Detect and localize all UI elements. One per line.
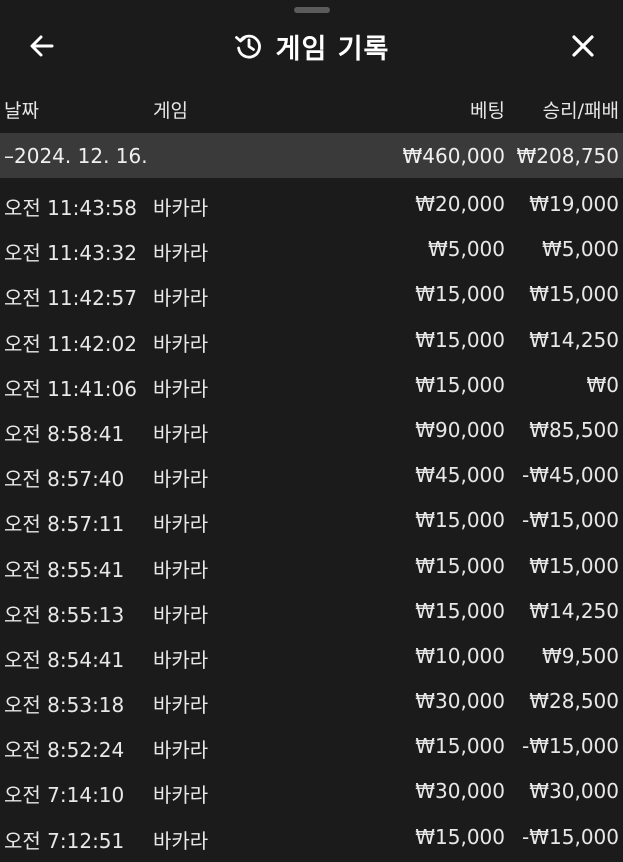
row-game: 바카라 (153, 828, 209, 853)
table-row[interactable]: 오전 8:58:41 바카라 ₩90,000 ₩85,500 (0, 408, 623, 453)
table-row[interactable]: 오전 11:43:32 바카라 ₩5,000 ₩5,000 (0, 227, 623, 272)
row-time: 오전 8:57:40 (4, 467, 125, 492)
row-result: ₩30,000 (529, 779, 619, 804)
row-bet: ₩15,000 (415, 282, 505, 307)
row-time: 오전 11:42:57 (4, 286, 137, 311)
table-row[interactable]: 오전 8:57:40 바카라 ₩45,000 -₩45,000 (0, 453, 623, 498)
row-bet: ₩90,000 (415, 417, 505, 442)
row-time: 오전 8:55:41 (4, 557, 125, 582)
history-list: 오전 11:43:58 바카라 ₩20,000 ₩19,000 오전 11:43… (0, 182, 623, 860)
row-bet: ₩30,000 (415, 689, 505, 714)
history-icon (234, 34, 261, 59)
row-time: 오전 8:53:18 (4, 693, 125, 718)
table-header: 날짜 게임 베팅 승리/패배 (0, 96, 623, 124)
row-time: 오전 7:14:10 (4, 783, 125, 808)
row-time: 오전 7:12:51 (4, 828, 125, 853)
row-time: 오전 8:55:13 (4, 602, 125, 627)
row-result: -₩15,000 (522, 824, 619, 849)
table-row[interactable]: 오전 8:52:24 바카라 ₩15,000 -₩15,000 (0, 724, 623, 769)
row-game: 바카라 (153, 376, 209, 401)
table-row[interactable]: 오전 8:54:41 바카라 ₩10,000 ₩9,500 (0, 634, 623, 679)
row-result: ₩28,500 (529, 689, 619, 714)
row-game: 바카라 (153, 693, 209, 718)
row-result: ₩85,500 (529, 417, 619, 442)
table-row[interactable]: 오전 8:57:11 바카라 ₩15,000 -₩15,000 (0, 498, 623, 543)
row-bet: ₩15,000 (415, 598, 505, 623)
game-history-panel: 게임 기록 날짜 게임 베팅 승리/패배 –2024. 12. 16. ₩460… (0, 0, 623, 862)
row-bet: ₩15,000 (415, 327, 505, 352)
table-row[interactable]: 오전 11:41:06 바카라 ₩15,000 ₩0 (0, 363, 623, 408)
page-title: 게임 기록 (275, 33, 390, 65)
row-result: ₩15,000 (529, 282, 619, 307)
row-bet: ₩15,000 (415, 372, 505, 397)
row-time: 오전 11:43:32 (4, 241, 137, 266)
column-date: 날짜 (4, 100, 39, 122)
group-result-total: ₩208,750 (516, 144, 619, 168)
row-result: -₩45,000 (522, 463, 619, 488)
table-row[interactable]: 오전 11:42:57 바카라 ₩15,000 ₩15,000 (0, 272, 623, 317)
table-row[interactable]: 오전 11:43:58 바카라 ₩20,000 ₩19,000 (0, 182, 623, 227)
row-game: 바카라 (153, 331, 209, 356)
row-game: 바카라 (153, 421, 209, 446)
row-result: ₩9,500 (541, 643, 619, 668)
row-bet: ₩5,000 (427, 237, 505, 262)
close-button[interactable] (561, 26, 605, 66)
column-game: 게임 (153, 100, 188, 122)
row-result: ₩19,000 (529, 192, 619, 216)
close-icon (572, 35, 594, 57)
row-game: 바카라 (153, 286, 209, 311)
table-row[interactable]: 오전 7:14:10 바카라 ₩30,000 ₩30,000 (0, 769, 623, 814)
group-date: –2024. 12. 16. (4, 144, 148, 168)
row-game: 바카라 (153, 783, 209, 808)
date-group-row[interactable]: –2024. 12. 16. ₩460,000 ₩208,750 (0, 133, 623, 178)
row-bet: ₩15,000 (415, 553, 505, 578)
row-result: ₩15,000 (529, 553, 619, 578)
table-row[interactable]: 오전 8:55:13 바카라 ₩15,000 ₩14,250 (0, 589, 623, 634)
row-time: 오전 8:58:41 (4, 421, 125, 446)
header: 게임 기록 (0, 18, 623, 72)
table-row[interactable]: 오전 11:42:02 바카라 ₩15,000 ₩14,250 (0, 318, 623, 363)
row-game: 바카라 (153, 241, 209, 266)
row-bet: ₩10,000 (415, 643, 505, 668)
row-bet: ₩15,000 (415, 824, 505, 849)
row-game: 바카라 (153, 602, 209, 627)
row-bet: ₩30,000 (415, 779, 505, 804)
row-bet: ₩15,000 (415, 508, 505, 533)
column-bet: 베팅 (470, 100, 505, 122)
title-group: 게임 기록 (0, 26, 623, 66)
table-row[interactable]: 오전 7:12:51 바카라 ₩15,000 -₩15,000 (0, 815, 623, 860)
row-game: 바카라 (153, 196, 209, 220)
row-time: 오전 8:57:11 (4, 512, 125, 537)
row-result: ₩0 (586, 372, 620, 397)
row-time: 오전 8:54:41 (4, 647, 125, 672)
row-game: 바카라 (153, 557, 209, 582)
group-bet-total: ₩460,000 (402, 144, 505, 168)
row-time: 오전 11:41:06 (4, 376, 137, 401)
row-result: ₩5,000 (541, 237, 619, 262)
row-time: 오전 8:52:24 (4, 738, 125, 763)
row-bet: ₩20,000 (415, 192, 505, 216)
row-game: 바카라 (153, 467, 209, 492)
row-result: ₩14,250 (529, 327, 619, 352)
row-bet: ₩45,000 (415, 463, 505, 488)
row-result: ₩14,250 (529, 598, 619, 623)
row-game: 바카라 (153, 738, 209, 763)
table-row[interactable]: 오전 8:53:18 바카라 ₩30,000 ₩28,500 (0, 679, 623, 724)
row-time: 오전 11:43:58 (4, 196, 137, 220)
row-game: 바카라 (153, 647, 209, 672)
row-bet: ₩15,000 (415, 734, 505, 759)
row-result: -₩15,000 (522, 508, 619, 533)
row-game: 바카라 (153, 512, 209, 537)
drag-handle[interactable] (294, 7, 330, 13)
row-time: 오전 11:42:02 (4, 331, 137, 356)
column-result: 승리/패배 (542, 100, 619, 122)
row-result: -₩15,000 (522, 734, 619, 759)
table-row[interactable]: 오전 8:55:41 바카라 ₩15,000 ₩15,000 (0, 544, 623, 589)
